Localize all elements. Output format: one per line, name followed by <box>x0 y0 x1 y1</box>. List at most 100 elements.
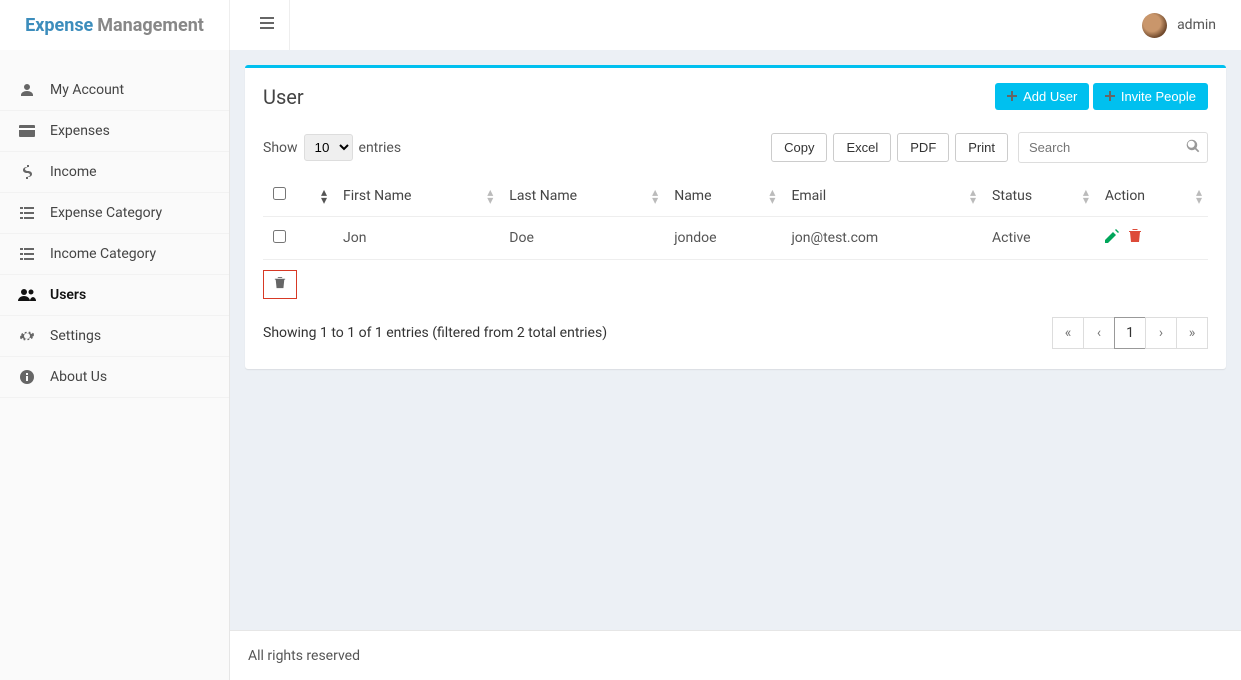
sort-icon: ▴▾ <box>321 188 327 204</box>
username-label: admin <box>1177 17 1216 33</box>
select-all-checkbox[interactable] <box>273 187 286 200</box>
column-label: Status <box>992 188 1032 204</box>
sidebar-item-expense-category[interactable]: Expense Category <box>0 193 229 234</box>
page-first-button[interactable]: « <box>1052 317 1084 349</box>
pdf-export-button[interactable]: PDF <box>897 133 949 162</box>
page-size-select[interactable]: 10 <box>304 134 353 161</box>
add-user-label: Add User <box>1023 89 1077 104</box>
column-header[interactable]: ▴▾ <box>263 175 333 217</box>
cell-first-name: Jon <box>333 217 499 260</box>
user-menu[interactable]: admin <box>1142 13 1226 38</box>
column-header[interactable]: Email ▴▾ <box>781 175 982 217</box>
column-header[interactable]: Action▴▾ <box>1095 175 1208 217</box>
header-actions: Add User Invite People <box>995 83 1208 110</box>
angle-double-right-icon: » <box>1189 325 1196 341</box>
navbar: admin <box>230 0 1241 50</box>
sort-icon: ▴▾ <box>652 188 658 204</box>
row-select-checkbox[interactable] <box>273 230 286 243</box>
search-wrap <box>1018 132 1208 163</box>
sort-icon: ▴▾ <box>970 188 976 204</box>
avatar <box>1142 13 1167 38</box>
sort-icon: ▴▾ <box>769 188 775 204</box>
sidebar-item-label: Users <box>50 287 86 303</box>
page-last-button[interactable]: » <box>1176 317 1208 349</box>
sidebar-item-income-category[interactable]: Income Category <box>0 234 229 275</box>
page-number-button[interactable]: 1 <box>1114 317 1146 349</box>
delete-row-button[interactable] <box>1129 229 1141 247</box>
copy-export-button[interactable]: Copy <box>771 133 827 162</box>
sidebar-item-my-account[interactable]: My Account <box>0 70 229 111</box>
invite-label: Invite People <box>1121 89 1196 104</box>
search-icon <box>1186 139 1200 157</box>
sidebar-item-users[interactable]: Users <box>0 275 229 316</box>
sidebar-item-label: About Us <box>50 369 107 385</box>
brand-secondary: Management <box>97 15 204 36</box>
bulk-delete-button[interactable] <box>263 270 297 299</box>
excel-export-button[interactable]: Excel <box>833 133 891 162</box>
sidebar-item-label: Income Category <box>50 246 156 262</box>
trash-icon <box>274 277 286 292</box>
column-label: First Name <box>343 188 411 204</box>
page-next-button[interactable]: › <box>1145 317 1177 349</box>
column-header[interactable]: First Name ▴▾ <box>333 175 499 217</box>
app-footer: All rights reserved <box>230 630 1241 680</box>
list-icon <box>18 207 36 219</box>
sort-icon: ▴▾ <box>1196 188 1202 204</box>
cogs-icon <box>18 328 36 344</box>
search-input[interactable] <box>1018 132 1208 163</box>
column-label: Email <box>791 188 826 204</box>
cell-email: jon@test.com <box>781 217 982 260</box>
column-header[interactable]: Name ▴▾ <box>664 175 781 217</box>
dollar-icon <box>18 165 36 179</box>
list-icon <box>18 248 36 260</box>
page-title: User <box>263 85 304 109</box>
sidebar-toggle-button[interactable] <box>245 0 290 50</box>
sidebar-item-label: My Account <box>50 82 124 98</box>
angle-right-icon: › <box>1159 325 1163 341</box>
sidebar-item-label: Settings <box>50 328 101 344</box>
card-body: Show 10 entries CopyExcelPDFPrint <box>245 120 1226 369</box>
sidebar-item-income[interactable]: Income <box>0 152 229 193</box>
edit-row-button[interactable] <box>1105 229 1119 247</box>
sidebar-item-expenses[interactable]: Expenses <box>0 111 229 152</box>
user-card: User Add User Invite People Show 10 <box>245 65 1226 369</box>
plus-icon <box>1105 89 1115 104</box>
invite-people-button[interactable]: Invite People <box>1093 83 1208 110</box>
logo: Expense Management <box>0 0 230 50</box>
cell-status: Active <box>982 217 1095 260</box>
page-number: 1 <box>1126 325 1134 341</box>
info-icon <box>18 370 36 384</box>
column-label: Name <box>674 188 711 204</box>
column-header[interactable]: Status ▴▾ <box>982 175 1095 217</box>
sidebar-item-settings[interactable]: Settings <box>0 316 229 357</box>
pagination: « ‹ 1 › » <box>1053 317 1208 349</box>
sidebar-item-label: Expense Category <box>50 205 162 221</box>
users-icon <box>18 288 36 302</box>
column-header[interactable]: Last Name ▴▾ <box>499 175 664 217</box>
bulk-delete-wrap <box>263 270 1208 299</box>
bars-icon <box>260 16 274 34</box>
cell-last-name: Doe <box>499 217 664 260</box>
sidebar-item-about-us[interactable]: About Us <box>0 357 229 398</box>
show-label-post: entries <box>359 140 402 156</box>
page-prev-button[interactable]: ‹ <box>1083 317 1115 349</box>
users-table: ▴▾First Name▴▾Last Name▴▾Name▴▾Email▴▾St… <box>263 175 1208 260</box>
credit-icon <box>18 125 36 137</box>
show-label-pre: Show <box>263 140 298 156</box>
plus-icon <box>1007 89 1017 104</box>
sidebar-item-label: Income <box>50 164 97 180</box>
angle-left-icon: ‹ <box>1097 325 1101 341</box>
right-tools: CopyExcelPDFPrint <box>771 132 1208 163</box>
angle-double-left-icon: « <box>1065 325 1072 341</box>
card-header: User Add User Invite People <box>245 68 1226 120</box>
sort-icon: ▴▾ <box>1083 188 1089 204</box>
add-user-button[interactable]: Add User <box>995 83 1089 110</box>
sidebar-item-label: Expenses <box>50 123 110 139</box>
top-header: Expense Management admin <box>0 0 1241 50</box>
table-row: JonDoejondoejon@test.comActive <box>263 217 1208 260</box>
print-export-button[interactable]: Print <box>955 133 1008 162</box>
table-info: Showing 1 to 1 of 1 entries (filtered fr… <box>263 325 607 341</box>
column-label: Last Name <box>509 188 577 204</box>
sort-icon: ▴▾ <box>487 188 493 204</box>
table-toolbar: Show 10 entries CopyExcelPDFPrint <box>263 132 1208 163</box>
